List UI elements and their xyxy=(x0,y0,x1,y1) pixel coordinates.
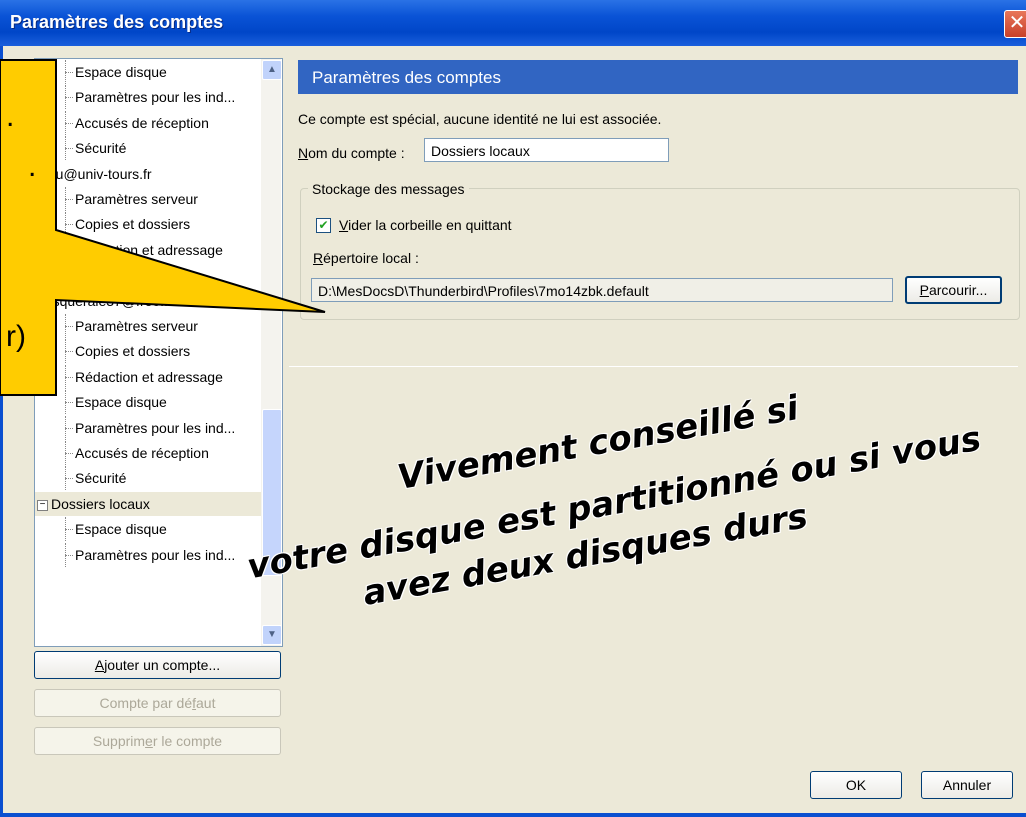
add-account-label: jouter un compte... xyxy=(104,657,221,673)
window-frame-bottom xyxy=(0,813,1026,817)
tree-item[interactable]: Paramètres serveur xyxy=(35,314,261,338)
tree-item[interactable]: Sécurité xyxy=(35,136,261,161)
browse-label: arcourir... xyxy=(928,282,988,298)
tree-item[interactable]: Sécurité xyxy=(35,466,261,491)
tree-item-label: pasqueraie37@free.fr xyxy=(37,292,173,309)
tree-item[interactable]: Sécurité xyxy=(35,263,261,288)
scroll-thumb[interactable] xyxy=(262,409,282,576)
collapse-icon[interactable]: − xyxy=(37,499,48,511)
tree-item-label: Copies et dossiers xyxy=(75,343,191,360)
account-settings-window: Paramètres des comptes ✕ Paramètres pour… xyxy=(0,0,1026,817)
scroll-up-button[interactable]: ▲ xyxy=(262,60,282,80)
empty-trash-accesskey: V xyxy=(339,217,349,233)
cancel-button[interactable]: Annuler xyxy=(921,771,1013,799)
callout-text-line3: r) xyxy=(6,320,26,353)
empty-trash-label-text: ider la corbeille en quittant xyxy=(348,217,512,233)
tree-item-label: Paramètres pour les ind... xyxy=(75,419,236,436)
ok-button[interactable]: OK xyxy=(810,771,902,799)
close-button[interactable]: ✕ xyxy=(1004,10,1026,38)
browse-accesskey: P xyxy=(919,282,929,298)
tree-item[interactable]: − Dossiers locaux xyxy=(35,491,263,516)
account-name-label-text: om du compte : xyxy=(308,145,405,161)
delete-account-label: r le compte xyxy=(152,733,223,749)
tree-item-label: Sécurité xyxy=(75,140,127,157)
delete-account-button[interactable]: Supprimer le compte xyxy=(34,727,281,755)
default-account-button[interactable]: Compte par défaut xyxy=(34,689,281,717)
tree-item[interactable]: Paramètres pour les ind... xyxy=(35,542,261,567)
empty-trash-label[interactable]: Vider la corbeille en quittant xyxy=(339,217,512,233)
panel-lower-area xyxy=(289,366,1018,814)
account-name-accesskey: N xyxy=(298,145,309,161)
tree-item[interactable]: Paramètres serveur xyxy=(35,187,261,211)
tree-item[interactable]: Paramètres pour les ind... xyxy=(35,85,261,110)
local-dir-input[interactable]: D:\MesDocsD\Thunderbird\Profiles\7mo14zb… xyxy=(311,278,893,302)
default-account-label: aut xyxy=(196,695,216,711)
tree-item-label: Espace disque xyxy=(75,64,167,80)
account-tree[interactable]: Paramètres pour les ind... Espace disque −… xyxy=(34,58,283,647)
tree-item-label: Espace disque xyxy=(75,394,167,411)
tree-item[interactable]: Copies et dossiers xyxy=(35,339,261,364)
tree-item[interactable]: Accusés de réception xyxy=(35,441,261,465)
tree-item-label: Copies et dossiers xyxy=(75,216,191,233)
info-text: Ce compte est spécial, aucune identité n… xyxy=(298,111,662,127)
tree-item-label: Rédaction et adressage xyxy=(75,368,223,385)
tree-scrollbar[interactable]: ▲ ▼ xyxy=(261,59,282,646)
account-name-input[interactable]: Dossiers locaux xyxy=(424,138,669,162)
window-title: Paramètres des comptes xyxy=(10,12,224,32)
panel-header-title: Paramètres des comptes xyxy=(312,68,501,87)
local-dir-accesskey: R xyxy=(313,250,324,266)
tree-item-label: Sécurité xyxy=(75,470,127,487)
tree-item[interactable]: Accusés de réception xyxy=(35,110,261,135)
tree-item[interactable]: Copies et dossiers xyxy=(35,212,261,237)
tree-item-label: Espace disque xyxy=(75,521,167,538)
add-account-button[interactable]: Ajouter un compte... xyxy=(34,651,281,679)
tree-item[interactable]: Espace disque xyxy=(35,60,261,84)
tree-item-label: Paramètres pour les ind... xyxy=(75,546,236,563)
title-bar[interactable]: Paramètres des comptes ✕ xyxy=(0,0,1026,46)
tree-item[interactable]: Espace disque xyxy=(35,517,261,542)
tree-item-label: Accusés de réception xyxy=(75,114,209,131)
tree-item-label: Sécurité xyxy=(75,267,127,284)
delete-account-label-pre: Supprim xyxy=(92,733,146,749)
tree-item-label: Paramètres serveur xyxy=(75,191,198,207)
scroll-down-button[interactable]: ▼ xyxy=(262,625,282,645)
local-dir-label-text: épertoire local : xyxy=(323,250,419,266)
tree-item-label: Rédaction et adressage xyxy=(75,241,223,258)
tree-item[interactable]: Rédaction et adressage xyxy=(35,364,261,389)
storage-legend: Stockage des messages xyxy=(308,181,469,197)
default-account-label-pre: Compte par dé xyxy=(99,695,193,711)
tree-item-label: Paramètres pour les ind... xyxy=(75,89,236,106)
add-account-accesskey: A xyxy=(94,657,105,673)
tree-item[interactable]: Paramètres pour les ind... xyxy=(35,415,261,440)
panel-header: Paramètres des comptes xyxy=(298,60,1018,94)
window-frame-left xyxy=(0,46,3,817)
tree-item-label: Dossiers locaux xyxy=(51,495,150,512)
tree-item-label: hiou@univ-tours.fr xyxy=(37,165,152,182)
callout-text-line1: . xyxy=(6,100,15,133)
empty-trash-checkbox[interactable]: ✔ xyxy=(316,218,331,233)
local-dir-label: Répertoire local : xyxy=(313,250,419,266)
tree-item-label: Paramètres serveur xyxy=(75,318,198,334)
browse-button[interactable]: Parcourir... xyxy=(905,276,1002,304)
tree-item[interactable]: pasqueraie37@free.fr xyxy=(35,289,263,313)
tree-item[interactable]: Espace disque xyxy=(35,390,261,415)
delete-account-accesskey: e xyxy=(145,733,153,749)
tree-item[interactable]: hiou@univ-tours.fr xyxy=(35,162,263,186)
account-name-label: Nom du compte : xyxy=(298,145,405,161)
tree-item[interactable]: Rédaction et adressage xyxy=(35,237,261,262)
callout-text-line2: . xyxy=(28,150,37,183)
tree-item-label: Accusés de réception xyxy=(75,445,209,461)
